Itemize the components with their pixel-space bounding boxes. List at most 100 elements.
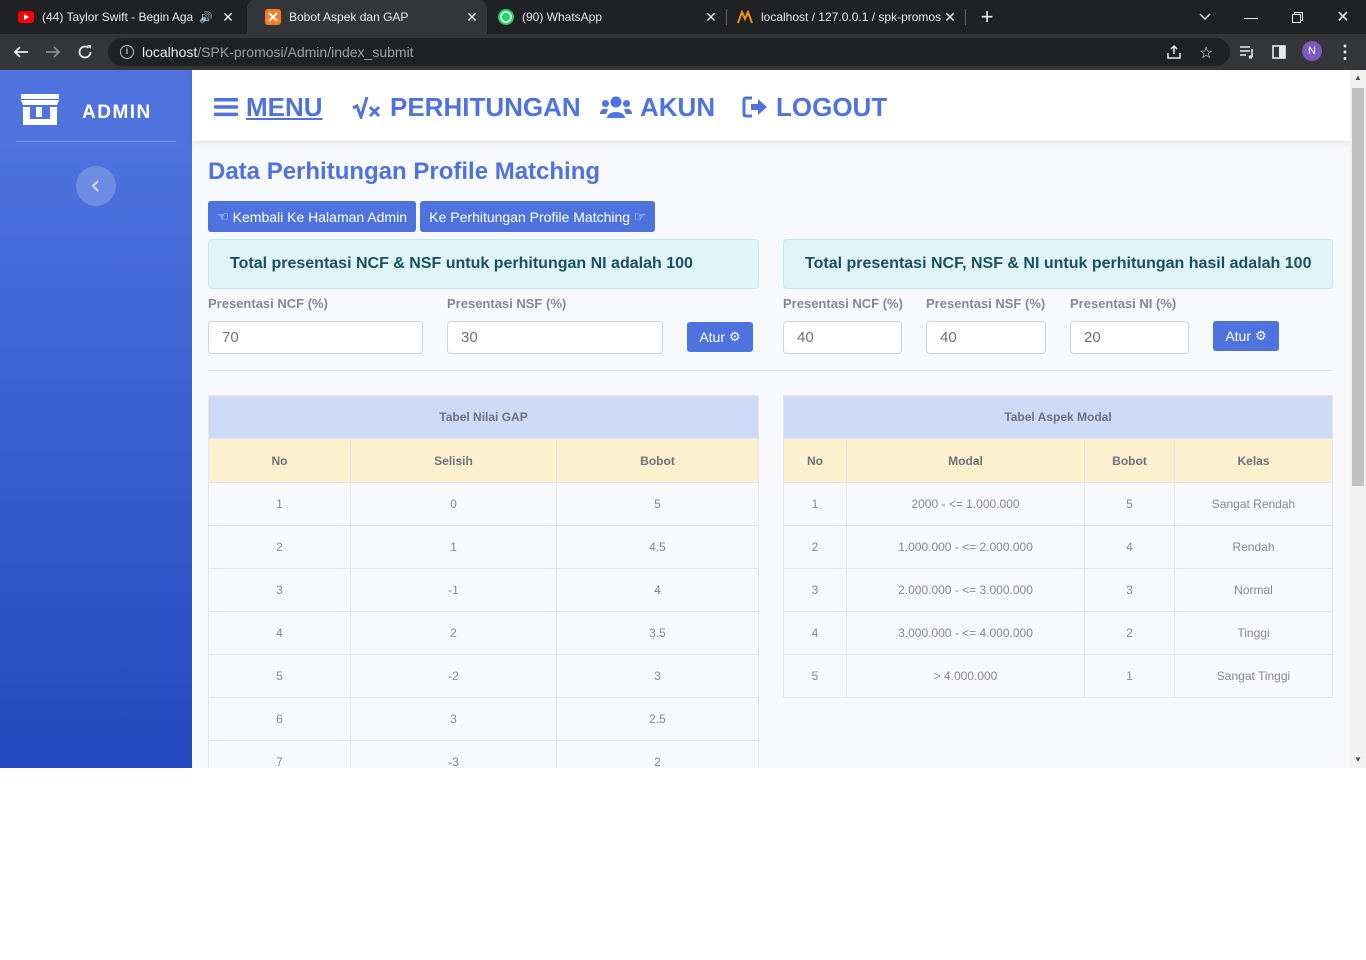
nsf-right-label: Presentasi NSF (%) [926,296,1046,311]
nav-menu-label: MENU [246,91,323,122]
arrow-right-icon [46,46,61,58]
close-icon[interactable]: ✕ [941,9,959,26]
scrollbar-thumb[interactable] [1352,88,1364,486]
speaker-icon[interactable]: 🔊 [199,11,213,24]
tab-youtube[interactable]: (44) Taylor Swift - Begin Again 🔊 ✕ [0,0,243,34]
forward-button[interactable] [40,39,66,65]
table-row: 5 > 4.000.000 1 Sangat Tinggi [783,654,1333,698]
to-profile-matching-button[interactable]: Ke Perhitungan Profile Matching ☞ [420,201,655,232]
square-root-icon [352,95,382,119]
nsf-right-input[interactable]: 40 [926,321,1046,354]
reload-button[interactable] [72,39,98,65]
column-header: Bobot [1084,438,1175,483]
close-icon[interactable]: ✕ [463,9,481,26]
table-cell: 3 [350,697,557,741]
column-header: Modal [846,438,1085,483]
table-cell: -1 [350,568,557,612]
ni-right-input[interactable]: 20 [1070,321,1189,354]
nav-logout[interactable]: LOGOUT [742,90,887,124]
table-cell: 2 [1084,611,1175,655]
playlist-icon [1240,46,1253,59]
table-row: 4 2 3.5 [208,611,759,655]
atur-left-button[interactable]: Atur ⚙ [687,322,753,352]
page-scrollbar[interactable]: ▲ ▼ [1350,70,1366,768]
alert-hasil-info: Total presentasi NCF, NSF & NI untuk per… [783,239,1333,289]
reload-icon [78,45,92,59]
table-cell: Sangat Rendah [1174,482,1333,526]
arrow-left-icon [13,46,28,58]
tab-search-button[interactable] [1182,0,1228,34]
sidebar-toggle-button[interactable] [76,166,116,206]
nav-perhitungan[interactable]: PERHITUNGAN [352,90,581,124]
tab-strip: (44) Taylor Swift - Begin Again 🔊 ✕ Bobo… [0,0,1366,34]
ncf-left-input[interactable]: 70 [208,321,423,354]
table-cell: 1 [208,482,351,526]
nav-akun[interactable]: AKUN [600,90,715,124]
profile-avatar[interactable]: N [1302,41,1322,61]
table-cell: 1 [783,482,847,526]
url-path: /SPK-promosi/Admin/index_submit [197,44,414,60]
sidebar-brand[interactable]: ADMIN [20,90,180,130]
atur-left-label: Atur [699,329,726,345]
table-cell: 4 [1084,525,1175,569]
column-header: Kelas [1174,438,1333,483]
tab-bobot[interactable]: Bobot Aspek dan GAP ✕ [247,0,487,34]
restore-button[interactable] [1274,0,1320,34]
ncf-right-input[interactable]: 40 [783,321,902,354]
alert-ni-text: Total presentasi NCF & NSF untuk perhitu… [230,255,693,272]
back-button[interactable] [8,39,34,65]
menu-kebab-button[interactable]: ⋮ [1332,39,1358,65]
table-row: 5 -2 3 [208,654,759,698]
main-content: Data Perhitungan Profile Matching ☜ Kemb… [192,141,1350,768]
table-row: 6 3 2.5 [208,697,759,741]
table-cell: 2.000.000 - <= 3.000.000 [846,568,1085,612]
store-icon [21,94,59,125]
nav-menu[interactable]: MENU [214,90,323,124]
table-cell: 0 [350,482,557,526]
alert-ni-info: Total presentasi NCF & NSF untuk perhitu… [208,239,759,289]
table-cell: 2 [350,611,557,655]
scroll-down-icon[interactable]: ▼ [1350,752,1366,768]
tab-whatsapp[interactable]: (90) WhatsApp ✕ [488,0,726,34]
table-cell: Sangat Tinggi [1174,654,1333,698]
table-cell: 4.5 [556,525,759,569]
restore-icon [1291,11,1303,23]
table-row: 105 [208,482,759,526]
table-row: 4 3.000.000 - <= 4.000.000 2 Tinggi [783,611,1333,655]
section-divider [208,370,1333,371]
side-panel-button[interactable] [1266,39,1292,65]
table-cell: 5 [783,654,847,698]
tab-title: Bobot Aspek dan GAP [289,10,409,24]
table-cell: 4 [556,568,759,612]
share-icon[interactable] [1166,44,1182,65]
atur-right-label: Atur [1225,328,1252,344]
top-navbar: MENU PERHITUNGAN AKUN LOGOUT [192,70,1350,141]
web-page: ADMIN MENU PERHITUNGAN AKUN LOGOUT Data … [0,70,1366,768]
table-row: 2 1.000.000 - <= 2.000.000 4 Rendah [783,525,1333,569]
to-profile-matching-label: Ke Perhitungan Profile Matching [429,208,631,225]
table-caption: Tabel Aspek Modal [783,395,1333,439]
back-to-admin-button[interactable]: ☜ Kembali Ke Halaman Admin [208,201,416,232]
minimize-button[interactable]: — [1228,0,1274,34]
media-control-button[interactable] [1234,39,1260,65]
close-icon[interactable]: ✕ [219,9,237,26]
nsf-left-input[interactable]: 30 [447,321,663,354]
address-bar[interactable]: i localhost/SPK-promosi/Admin/index_subm… [108,38,1230,66]
info-icon[interactable]: i [120,45,134,59]
close-icon[interactable]: ✕ [702,9,720,26]
table-cell: Normal [1174,568,1333,612]
nav-akun-label: AKUN [640,91,716,122]
table-row: 1 2000 - <= 1.000.000 5 Sangat Rendah [783,482,1333,526]
cogs-icon: ⚙ [1255,328,1267,343]
new-tab-button[interactable]: + [964,0,1010,34]
close-window-button[interactable]: ✕ [1320,0,1366,34]
atur-right-button[interactable]: Atur ⚙ [1213,321,1279,351]
tab-phpmyadmin[interactable]: localhost / 127.0.0.1 / spk-promosi ✕ [727,0,965,34]
users-icon [600,95,632,119]
scroll-up-icon[interactable]: ▲ [1350,70,1366,86]
hand-point-right-icon: ☞ [634,208,646,224]
nsf-left-label: Presentasi NSF (%) [447,296,567,311]
table-cell: 2 [208,525,351,569]
table-cell: 1 [350,525,557,569]
star-icon[interactable]: ☆ [1199,43,1213,63]
